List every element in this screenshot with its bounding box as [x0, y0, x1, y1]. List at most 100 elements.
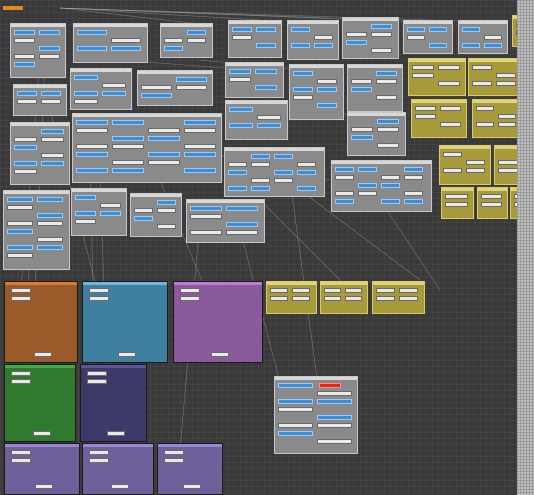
blue-node[interactable] — [7, 229, 33, 234]
blue-node[interactable] — [229, 69, 251, 74]
blue-node[interactable] — [41, 91, 61, 96]
white-node[interactable] — [351, 79, 372, 84]
frame-purple-node[interactable] — [180, 288, 200, 293]
blue-node[interactable] — [184, 120, 216, 125]
frame-indigo-header[interactable] — [81, 365, 146, 368]
panel-title-bar[interactable] — [348, 113, 405, 116]
white-node[interactable] — [278, 407, 313, 412]
blue-node[interactable] — [257, 123, 281, 128]
frame-violet-c[interactable] — [157, 443, 223, 495]
graph-panel[interactable] — [10, 122, 70, 185]
white-node[interactable] — [324, 296, 341, 301]
blue-node[interactable] — [112, 168, 144, 173]
graph-panel[interactable] — [70, 68, 132, 110]
white-node[interactable] — [404, 191, 423, 196]
white-node[interactable] — [232, 35, 252, 40]
blue-node[interactable] — [164, 46, 183, 51]
white-node[interactable] — [297, 162, 316, 167]
white-node[interactable] — [292, 296, 310, 301]
white-node[interactable] — [440, 122, 461, 127]
frame-purple-header[interactable] — [174, 282, 262, 285]
white-node[interactable] — [407, 35, 425, 40]
frame-purple-output-node[interactable] — [211, 352, 229, 357]
blue-node[interactable] — [228, 170, 247, 175]
blue-node[interactable] — [484, 43, 502, 48]
panel-title-bar[interactable] — [275, 377, 357, 380]
white-node[interactable] — [358, 191, 377, 196]
blue-node[interactable] — [274, 170, 293, 175]
panel-title-bar[interactable] — [11, 123, 69, 126]
blue-node[interactable] — [335, 167, 354, 172]
blue-node[interactable] — [148, 136, 180, 141]
panel-title-bar[interactable] — [473, 100, 521, 103]
panel-title-bar[interactable] — [332, 161, 431, 164]
frame-violet-c-header[interactable] — [158, 444, 222, 447]
blue-node[interactable] — [37, 197, 63, 202]
panel-title-bar[interactable] — [74, 24, 147, 27]
blue-node[interactable] — [314, 43, 333, 48]
blue-node[interactable] — [291, 43, 310, 48]
blue-node[interactable] — [39, 46, 60, 51]
blue-node[interactable] — [17, 91, 37, 96]
white-node[interactable] — [148, 160, 180, 165]
blue-node[interactable] — [317, 87, 337, 92]
white-node[interactable] — [481, 202, 502, 207]
blue-node[interactable] — [37, 245, 63, 250]
white-node[interactable] — [112, 144, 144, 149]
panel-title-bar[interactable] — [11, 24, 65, 27]
frame-indigo-node[interactable] — [87, 371, 107, 376]
white-node[interactable] — [377, 143, 399, 148]
blue-node[interactable] — [74, 75, 98, 80]
blue-node[interactable] — [229, 107, 253, 112]
white-node[interactable] — [412, 65, 434, 70]
frame-green-node[interactable] — [11, 379, 31, 384]
graph-panel[interactable] — [10, 23, 66, 78]
frame-violet-a-node[interactable] — [11, 450, 31, 455]
blue-node[interactable] — [7, 197, 33, 202]
white-node[interactable] — [229, 77, 251, 82]
white-node[interactable] — [314, 35, 333, 40]
white-node[interactable] — [345, 288, 362, 293]
blue-node[interactable] — [76, 152, 108, 157]
graph-panel[interactable] — [225, 100, 288, 140]
white-node[interactable] — [176, 85, 207, 90]
white-node[interactable] — [257, 115, 281, 120]
blue-node[interactable] — [377, 119, 399, 124]
panel-title-bar[interactable] — [73, 114, 221, 117]
white-node[interactable] — [472, 81, 492, 86]
white-node[interactable] — [376, 288, 395, 293]
blue-node[interactable] — [256, 27, 276, 32]
graph-panel[interactable] — [441, 187, 474, 219]
panel-title-bar[interactable] — [226, 63, 283, 66]
blue-node[interactable] — [14, 145, 37, 150]
white-node[interactable] — [496, 73, 516, 78]
blue-node[interactable] — [358, 167, 377, 172]
blue-node[interactable] — [317, 103, 337, 108]
blue-node[interactable] — [429, 43, 447, 48]
white-node[interactable] — [476, 122, 494, 127]
graph-panel[interactable] — [130, 193, 182, 237]
panel-title-bar[interactable] — [138, 71, 212, 74]
panel-title-bar[interactable] — [226, 101, 287, 104]
white-node[interactable] — [498, 122, 516, 127]
white-node[interactable] — [274, 178, 293, 183]
panel-title-bar[interactable] — [348, 65, 402, 68]
blue-node[interactable] — [228, 186, 247, 191]
frame-violet-b-output-node[interactable] — [111, 484, 129, 489]
frame-violet-c-node[interactable] — [164, 450, 184, 455]
blue-node[interactable] — [317, 415, 352, 420]
blue-node[interactable] — [278, 399, 313, 404]
white-node[interactable] — [270, 288, 288, 293]
frame-orange-output-node[interactable] — [34, 352, 52, 357]
white-node[interactable] — [404, 175, 423, 180]
graph-panel[interactable] — [347, 112, 406, 156]
white-node[interactable] — [190, 214, 222, 219]
blue-node[interactable] — [77, 30, 107, 35]
blue-node[interactable] — [148, 152, 180, 157]
panel-title-bar[interactable] — [290, 65, 343, 68]
white-node[interactable] — [376, 79, 397, 84]
white-node[interactable] — [157, 224, 176, 229]
white-node[interactable] — [41, 137, 64, 142]
white-node[interactable] — [317, 439, 352, 444]
white-node[interactable] — [443, 152, 462, 157]
